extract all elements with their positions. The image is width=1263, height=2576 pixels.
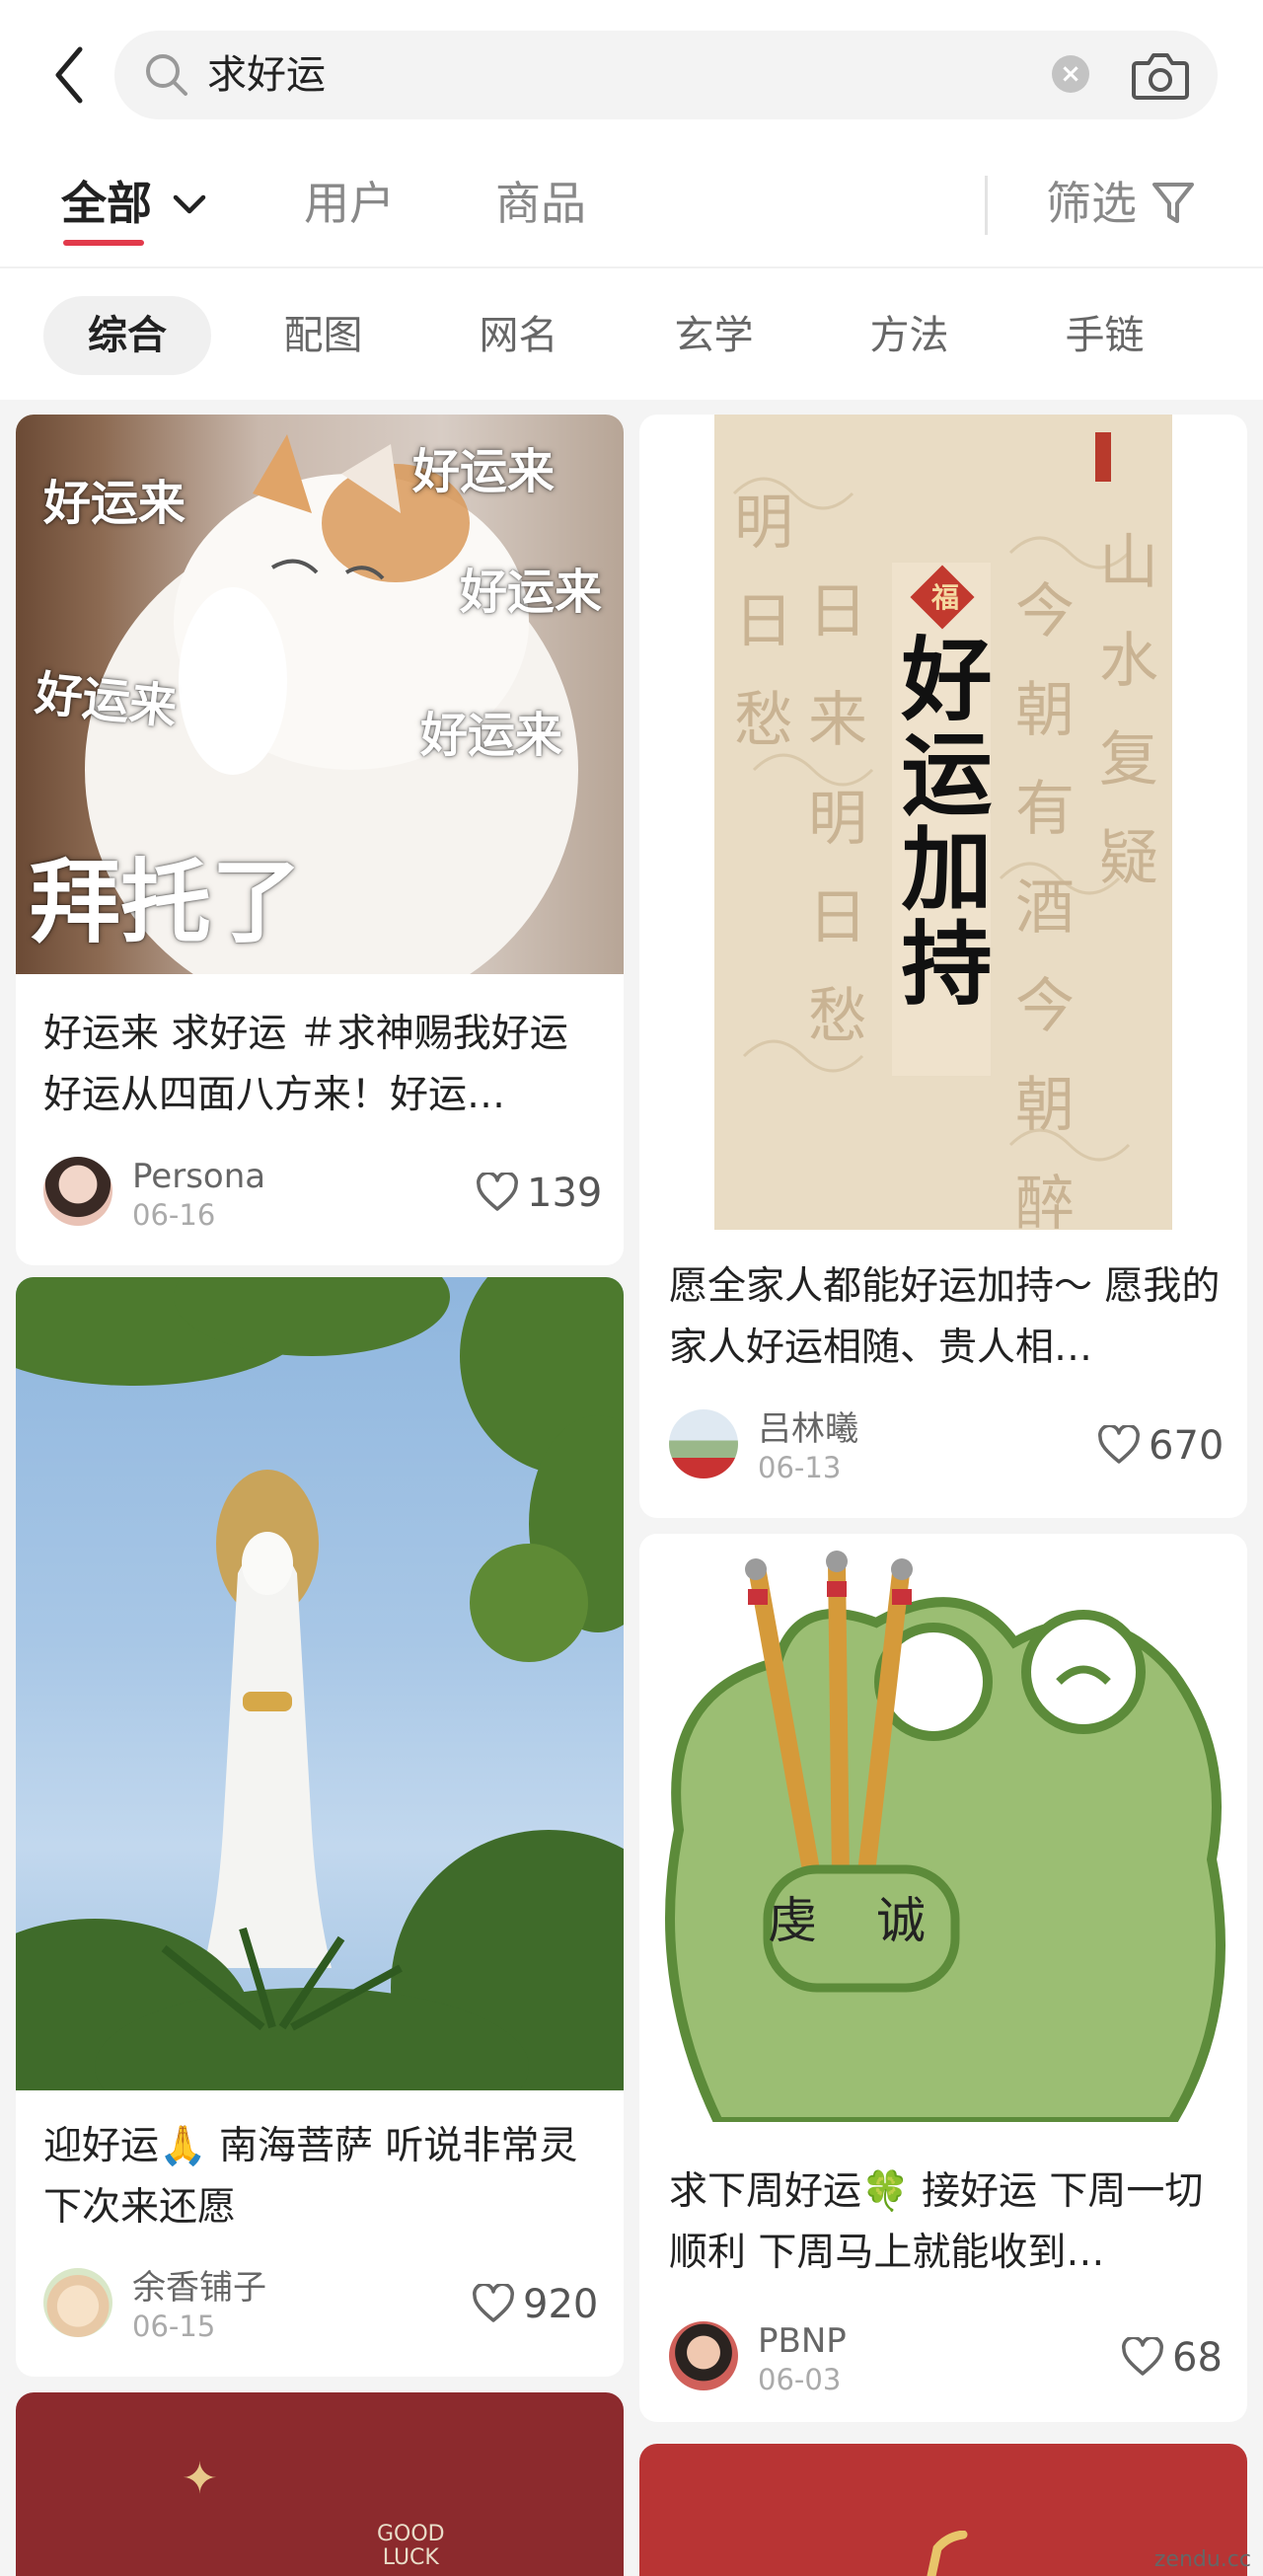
heart-icon[interactable] — [1097, 1425, 1141, 1465]
calligraphy-image: 明日愁 日来明日愁 今朝有酒今朝醉 山水复疑 福 好运加持 — [714, 415, 1172, 1230]
svg-text:朝: 朝 — [1015, 1071, 1075, 1140]
search-icon — [146, 54, 187, 96]
chip-bracelets[interactable]: 手链 — [1033, 296, 1176, 375]
svg-text:疑: 疑 — [1099, 824, 1158, 893]
tab-all[interactable]: 全部 — [61, 174, 152, 233]
sparkle-icon: ✦ — [182, 2454, 218, 2504]
like-count: 68 — [1172, 2335, 1223, 2381]
filter-icon[interactable] — [1151, 180, 1196, 227]
post-date: 06-16 — [132, 1198, 216, 1232]
note-title: 迎好运🙏 南海菩萨 听说非常灵 下次来还愿 — [43, 2124, 578, 2230]
chip-methods[interactable]: 方法 — [838, 296, 981, 375]
image-caption-large: 拜托了 — [30, 850, 303, 955]
back-button[interactable] — [43, 39, 95, 111]
heart-icon[interactable] — [476, 1173, 519, 1212]
tab-products[interactable]: 商品 — [495, 174, 586, 233]
avatar[interactable] — [669, 1409, 738, 1478]
image-caption: 好运来 — [32, 665, 181, 736]
image-caption: 好运来 — [460, 565, 603, 620]
chip-comprehensive[interactable]: 综合 — [43, 296, 211, 375]
svg-text:今: 今 — [1015, 577, 1075, 646]
note-card[interactable]: 迎好运🙏 南海菩萨 听说非常灵 下次来还愿 余香铺子 06-15 920 — [16, 1277, 624, 2377]
svg-text:水: 水 — [1099, 627, 1158, 696]
frog-image: 虔 诚 — [639, 1534, 1247, 2122]
note-title: 好运来 求好运 ＃求神赐我好运好运从四面八方来！好运… — [43, 1012, 568, 1117]
svg-text:日: 日 — [808, 577, 867, 646]
image-caption: 虔 — [768, 1892, 817, 1949]
svg-text:日: 日 — [734, 587, 793, 656]
like-count: 670 — [1149, 1423, 1225, 1469]
image-caption: 好运来 — [43, 476, 186, 531]
image-caption-line: LUCK — [382, 2545, 439, 2570]
author-name[interactable]: 余香铺子 — [132, 2268, 266, 2308]
svg-text:明: 明 — [734, 489, 793, 558]
chip-metaphysics[interactable]: 玄学 — [642, 296, 785, 375]
avatar[interactable] — [43, 1157, 112, 1226]
cat-image: 好运来 好运来 好运来 好运来 好运来 拜托了 — [16, 415, 624, 974]
svg-text:酒: 酒 — [1015, 873, 1075, 943]
fu-seal-icon: 福 — [931, 581, 960, 614]
heart-icon[interactable] — [1121, 2337, 1164, 2377]
svg-text:来: 来 — [808, 686, 867, 755]
image-caption: 好运来 — [412, 444, 556, 499]
filter-button[interactable]: 筛选 — [1046, 174, 1137, 233]
note-title: 愿全家人都能好运加持～ 愿我的家人好运相随、贵人相… — [669, 1264, 1221, 1370]
note-card[interactable]: 好运来 好运来 好运来 好运来 好运来 拜托了 好运来 求好运 ＃求神赐我好运好… — [16, 415, 624, 1265]
svg-text:愁: 愁 — [734, 686, 793, 755]
header-divider — [0, 266, 1263, 268]
tab-divider — [985, 176, 988, 235]
svg-text:今: 今 — [1015, 972, 1075, 1041]
active-tab-indicator — [63, 240, 144, 246]
svg-text:有: 有 — [1015, 775, 1075, 844]
note-title: 求下周好运🍀 接好运 下周一切顺利 下周马上就能收到… — [669, 2169, 1204, 2275]
image-caption: 好运来 — [420, 708, 563, 763]
svg-text:明: 明 — [808, 785, 867, 854]
statue-image — [16, 1277, 624, 2090]
svg-text:山: 山 — [1099, 528, 1158, 597]
back-arrow-icon — [55, 46, 83, 104]
svg-text:朝: 朝 — [1015, 676, 1075, 745]
svg-text:醉: 醉 — [1015, 1170, 1075, 1230]
avatar[interactable] — [669, 2321, 738, 2390]
chip-nicknames[interactable]: 网名 — [447, 296, 590, 375]
like-count: 920 — [523, 2282, 599, 2327]
watermark: zendu.cc — [1153, 2547, 1251, 2572]
search-input[interactable]: 求好运 — [207, 49, 326, 101]
svg-text:愁: 愁 — [808, 982, 867, 1051]
note-card[interactable]: 虔 诚 求下周好运🍀 接好运 下周一切顺利 下周马上就能收到… PBNP 06-… — [639, 1534, 1247, 2422]
author-name[interactable]: Persona — [132, 1157, 265, 1196]
note-card[interactable]: ✦ GOOD LUCK — [16, 2392, 624, 2576]
like-count: 139 — [527, 1171, 603, 1216]
filter-label: 筛选 — [1046, 177, 1137, 230]
note-card[interactable]: 明日愁 日来明日愁 今朝有酒今朝醉 山水复疑 福 好运加持 愿全家人都能好运加持… — [639, 415, 1247, 1518]
camera-icon[interactable] — [1131, 49, 1190, 103]
clear-search-button[interactable]: × — [1052, 55, 1089, 93]
close-icon: × — [1060, 59, 1081, 89]
decorative-glyph-icon — [927, 2531, 968, 2576]
image-caption: GOOD LUCK — [377, 2523, 445, 2570]
post-date: 06-15 — [132, 2310, 216, 2343]
heart-icon[interactable] — [472, 2284, 515, 2323]
post-date: 06-03 — [758, 2363, 842, 2396]
author-name[interactable]: PBNP — [758, 2321, 847, 2361]
image-caption: 好运加持 — [886, 632, 993, 1011]
svg-text:复: 复 — [1099, 725, 1158, 795]
tab-all-label: 全部 — [61, 177, 152, 230]
chip-images[interactable]: 配图 — [252, 296, 395, 375]
chevron-down-icon[interactable] — [172, 191, 207, 217]
author-name[interactable]: 吕林曦 — [758, 1409, 858, 1449]
svg-text:日: 日 — [808, 883, 867, 952]
image-caption: 诚 — [876, 1892, 926, 1949]
image-caption-line: GOOD — [377, 2522, 445, 2546]
post-date: 06-13 — [758, 1451, 842, 1484]
avatar[interactable] — [43, 2268, 112, 2337]
tab-users[interactable]: 用户 — [304, 174, 395, 233]
